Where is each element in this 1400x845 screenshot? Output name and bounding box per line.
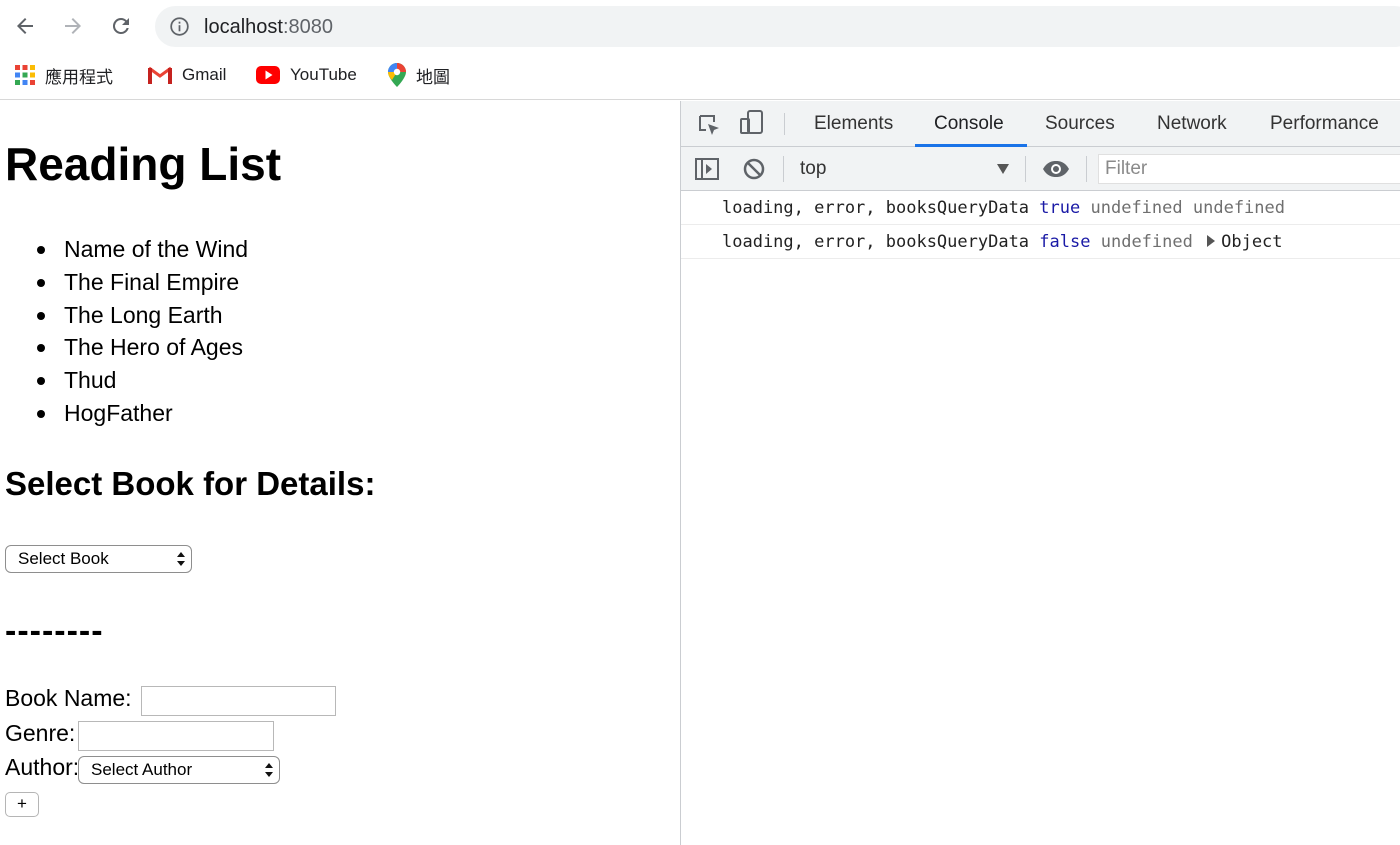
divider: -------- (5, 612, 104, 650)
bookmark-label: Gmail (182, 65, 227, 84)
book-name-label: Book Name: (5, 685, 132, 711)
youtube-icon (256, 66, 280, 84)
forward-arrow-icon (65, 18, 81, 34)
book-list: Name of the Wind The Final Empire The Lo… (37, 233, 248, 430)
back-arrow-icon (17, 18, 33, 34)
author-label: Author: (5, 754, 77, 780)
console-message: loading, error, booksQueryData true unde… (681, 191, 1400, 225)
bookmark-maps[interactable]: 地圖 (388, 62, 450, 88)
chevron-down-icon[interactable] (997, 164, 1009, 174)
tab-console[interactable]: Console (934, 113, 1004, 135)
tab-network[interactable]: Network (1157, 113, 1227, 135)
apps-grid-icon (15, 65, 35, 85)
list-item: The Final Empire (37, 266, 248, 299)
forward-button[interactable] (60, 12, 86, 40)
separator (783, 156, 784, 182)
url-text: localhost:8080 (204, 16, 333, 38)
book-select-value: Select Book (18, 549, 109, 568)
sidebar-toggle-icon[interactable] (695, 158, 719, 180)
list-item: The Long Earth (37, 299, 248, 332)
bookmark-label: 應用程式 (45, 67, 113, 87)
context-selector[interactable]: top (800, 158, 826, 180)
bookmark-gmail[interactable]: Gmail (148, 62, 226, 88)
list-item: HogFather (37, 397, 248, 430)
device-toolbar-icon[interactable] (739, 109, 765, 137)
select-arrows-icon (265, 763, 273, 777)
devtools-tab-bar: Elements Console Sources Network Perform… (681, 101, 1400, 147)
console-text: loading, error, booksQueryData true unde… (722, 198, 1285, 218)
reload-button[interactable] (108, 12, 134, 40)
list-item: Name of the Wind (37, 233, 248, 266)
filter-input[interactable]: Filter (1098, 154, 1400, 184)
separator (1086, 156, 1087, 182)
bookmark-youtube[interactable]: YouTube (256, 62, 357, 88)
expand-object-toggle[interactable]: Object (1203, 232, 1283, 252)
list-item: Thud (37, 364, 248, 397)
page-content: Reading List Name of the Wind The Final … (0, 101, 680, 845)
live-expression-eye-icon[interactable] (1042, 160, 1070, 178)
expand-triangle-icon[interactable] (1207, 235, 1216, 247)
tab-sources[interactable]: Sources (1045, 113, 1115, 135)
separator (1025, 156, 1026, 182)
console-message: loading, error, booksQueryData false und… (681, 225, 1400, 259)
browser-toolbar: localhost:8080 (0, 0, 1400, 52)
console-toolbar: top Filter (681, 147, 1400, 191)
bookmark-label: 地圖 (416, 67, 450, 87)
bookmarks-bar: 應用程式 Gmail YouTube 地圖 (0, 52, 1400, 100)
tab-performance[interactable]: Performance (1270, 113, 1379, 135)
bookmark-label: YouTube (290, 65, 357, 84)
maps-pin-icon (388, 63, 406, 87)
add-book-button[interactable]: + (5, 792, 39, 817)
info-icon[interactable] (169, 16, 190, 37)
list-item: The Hero of Ages (37, 331, 248, 364)
book-select[interactable]: Select Book (5, 545, 192, 573)
console-text: loading, error, booksQueryData false und… (722, 232, 1283, 252)
address-bar[interactable]: localhost:8080 (155, 6, 1400, 47)
select-arrows-icon (177, 552, 185, 566)
tab-elements[interactable]: Elements (814, 113, 893, 135)
book-name-input[interactable] (141, 686, 336, 716)
page-title: Reading List (5, 138, 282, 190)
inspect-element-icon[interactable] (697, 113, 721, 137)
author-select-value: Select Author (91, 760, 193, 779)
genre-label: Genre: (5, 720, 76, 746)
clear-console-icon[interactable] (743, 158, 765, 180)
back-button[interactable] (12, 12, 38, 40)
gmail-icon (148, 66, 172, 84)
devtools-panel: Elements Console Sources Network Perform… (680, 101, 1400, 845)
separator (784, 113, 785, 135)
genre-input[interactable] (78, 721, 274, 751)
bookmark-apps[interactable]: 應用程式 (15, 62, 113, 88)
author-select[interactable]: Select Author (78, 756, 280, 784)
reload-icon (112, 17, 129, 34)
details-heading: Select Book for Details: (5, 465, 376, 502)
